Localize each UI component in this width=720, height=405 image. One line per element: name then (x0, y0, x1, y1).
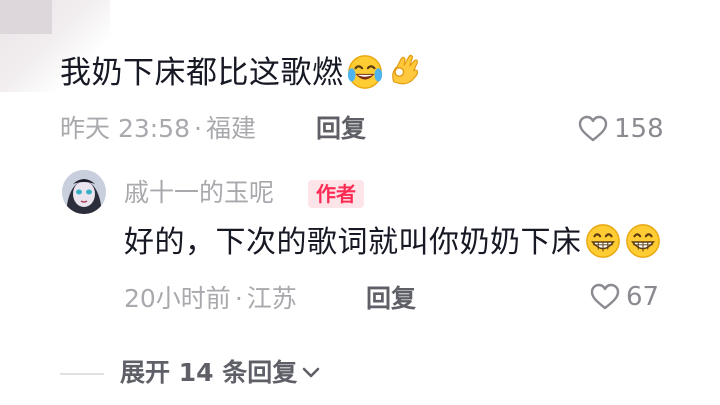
laughing-crying-emoji-icon (347, 55, 382, 89)
comment-location: 福建 (205, 114, 256, 143)
comment-like-count: 158 (614, 114, 664, 144)
reply-username[interactable]: 戚十一的玉呢 (124, 176, 274, 210)
grinning-emoji-icon (585, 224, 620, 258)
comment-text: 我奶下床都比这歌燃 (60, 55, 344, 91)
ok-hand-emoji-icon (391, 54, 418, 85)
comment-reply-button[interactable]: 回复 (316, 112, 366, 146)
reply-reply-button[interactable]: 回复 (366, 282, 416, 316)
expand-divider (60, 373, 104, 375)
comment-time: 昨天 23:58 (60, 114, 190, 143)
grinning-emoji-icon (625, 224, 660, 258)
comment-thread: 我奶下床都比这歌燃 昨天 23:58 · 福建 回复 158 戚十一的玉呢 作者… (0, 0, 720, 405)
meta-separator: · (234, 284, 243, 313)
avatar-image (62, 170, 106, 214)
comment-meta: 昨天 23:58 · 福建 (60, 112, 256, 146)
heart-icon (590, 283, 620, 310)
meta-separator: · (194, 114, 202, 143)
reply-like-button[interactable]: 67 (590, 280, 659, 314)
expand-replies-button[interactable]: 展开 14 条回复 (120, 356, 321, 390)
reply-like-count: 67 (626, 282, 660, 312)
expand-replies-label: 展开 14 条回复 (120, 358, 298, 387)
reply-time: 20小时前 (124, 284, 231, 313)
comment-like-button[interactable]: 158 (578, 112, 664, 146)
heart-icon (578, 115, 608, 142)
reply-content[interactable]: 好的，下次的歌词就叫你奶奶下床 (124, 222, 662, 264)
comment-content[interactable]: 我奶下床都比这歌燃 (60, 52, 424, 94)
reply-meta: 20小时前 · 江苏 (124, 282, 297, 316)
author-badge: 作者 (308, 180, 364, 208)
avatar[interactable] (62, 170, 106, 214)
reply-text: 好的，下次的歌词就叫你奶奶下床 (124, 225, 582, 260)
reply-location: 江苏 (246, 284, 297, 313)
chevron-down-icon (302, 367, 320, 378)
